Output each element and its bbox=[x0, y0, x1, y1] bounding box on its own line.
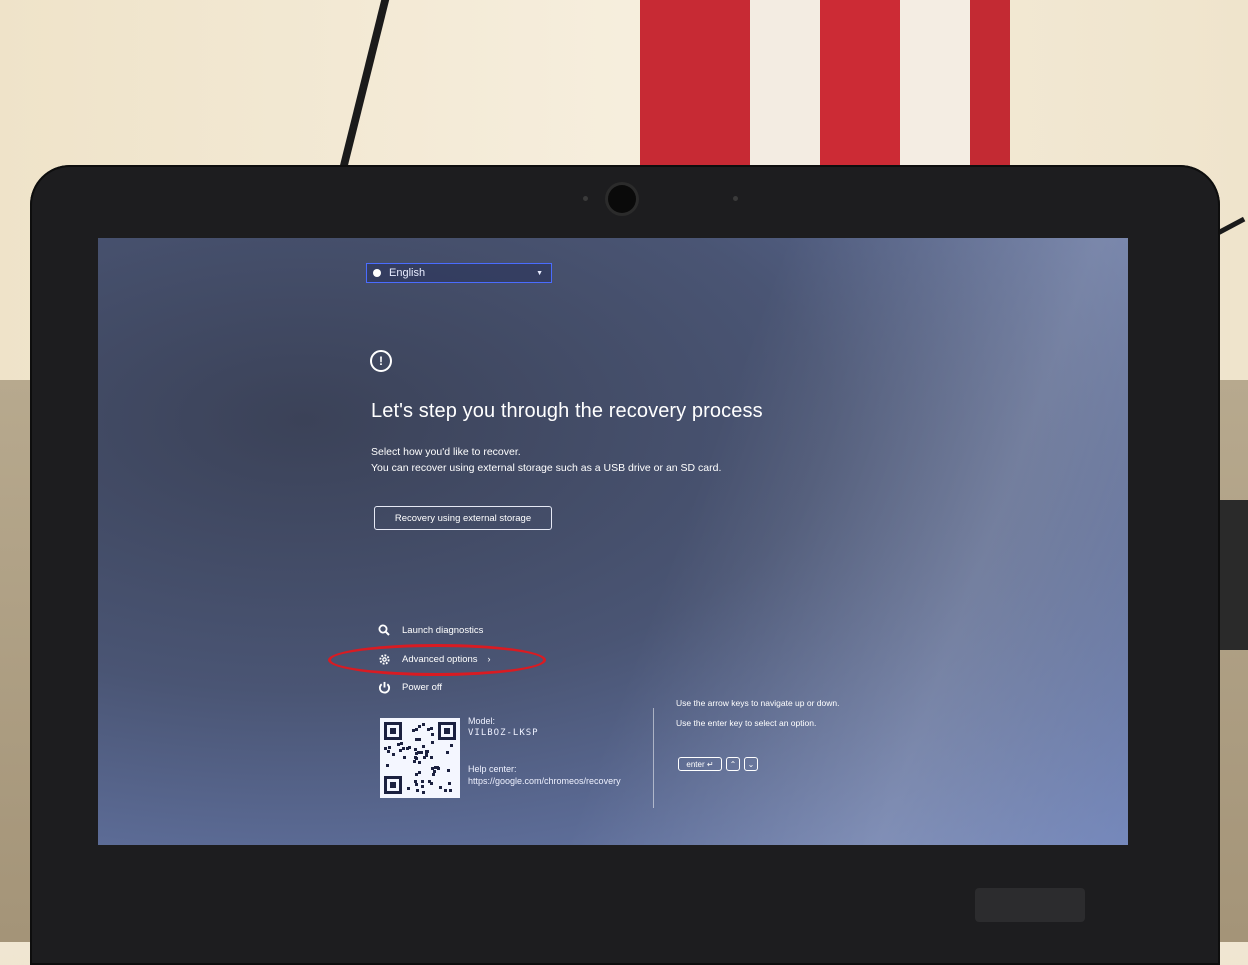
search-icon bbox=[376, 622, 392, 638]
up-arrow-key-button[interactable]: ⌃ bbox=[726, 757, 740, 771]
flag bbox=[640, 0, 1010, 170]
chevron-down-icon: ⌄ bbox=[747, 759, 755, 769]
launch-diagnostics-option[interactable]: Launch diagnostics bbox=[376, 622, 483, 638]
language-selector[interactable]: English ▼ bbox=[366, 263, 552, 283]
highlight-ellipse bbox=[328, 644, 546, 676]
power-off-option[interactable]: Power off bbox=[376, 679, 442, 695]
recovery-external-storage-button[interactable]: Recovery using external storage bbox=[374, 506, 552, 530]
qr-code bbox=[380, 718, 460, 798]
down-arrow-key-button[interactable]: ⌄ bbox=[744, 757, 758, 771]
model-label: Model: bbox=[468, 716, 496, 726]
sensor-dot bbox=[583, 196, 588, 201]
help-center-link[interactable]: https://google.com/chromeos/recovery bbox=[468, 776, 621, 786]
enter-key-label: enter ↵ bbox=[686, 759, 714, 769]
alert-icon: ! bbox=[370, 350, 392, 372]
chevron-up-icon: ⌃ bbox=[729, 759, 737, 769]
globe-icon bbox=[373, 269, 381, 277]
navigation-hint: Use the arrow keys to navigate up or dow… bbox=[676, 698, 840, 708]
power-icon bbox=[376, 679, 392, 695]
sensor-dot bbox=[733, 196, 738, 201]
chevron-down-icon: ▼ bbox=[536, 269, 543, 277]
language-value: English bbox=[389, 267, 426, 279]
enter-key-button[interactable]: enter ↵ bbox=[678, 757, 722, 771]
button-label: Recovery using external storage bbox=[394, 512, 532, 524]
model-value: VILBOZ-LKSP bbox=[468, 728, 539, 738]
divider bbox=[653, 708, 654, 808]
selection-hint: Use the enter key to select an option. bbox=[676, 718, 817, 728]
recovery-screen: English ▼ ! Let's step you through the r… bbox=[98, 238, 1128, 845]
option-label: Power off bbox=[402, 681, 442, 693]
instruction-text: You can recover using external storage s… bbox=[371, 462, 722, 474]
option-label: Launch diagnostics bbox=[402, 624, 484, 636]
instruction-text: Select how you'd like to recover. bbox=[371, 446, 521, 458]
webcam bbox=[608, 185, 636, 213]
laptop-hinge bbox=[975, 888, 1085, 922]
page-title: Let's step you through the recovery proc… bbox=[371, 400, 763, 422]
help-center-label: Help center: bbox=[468, 764, 517, 774]
